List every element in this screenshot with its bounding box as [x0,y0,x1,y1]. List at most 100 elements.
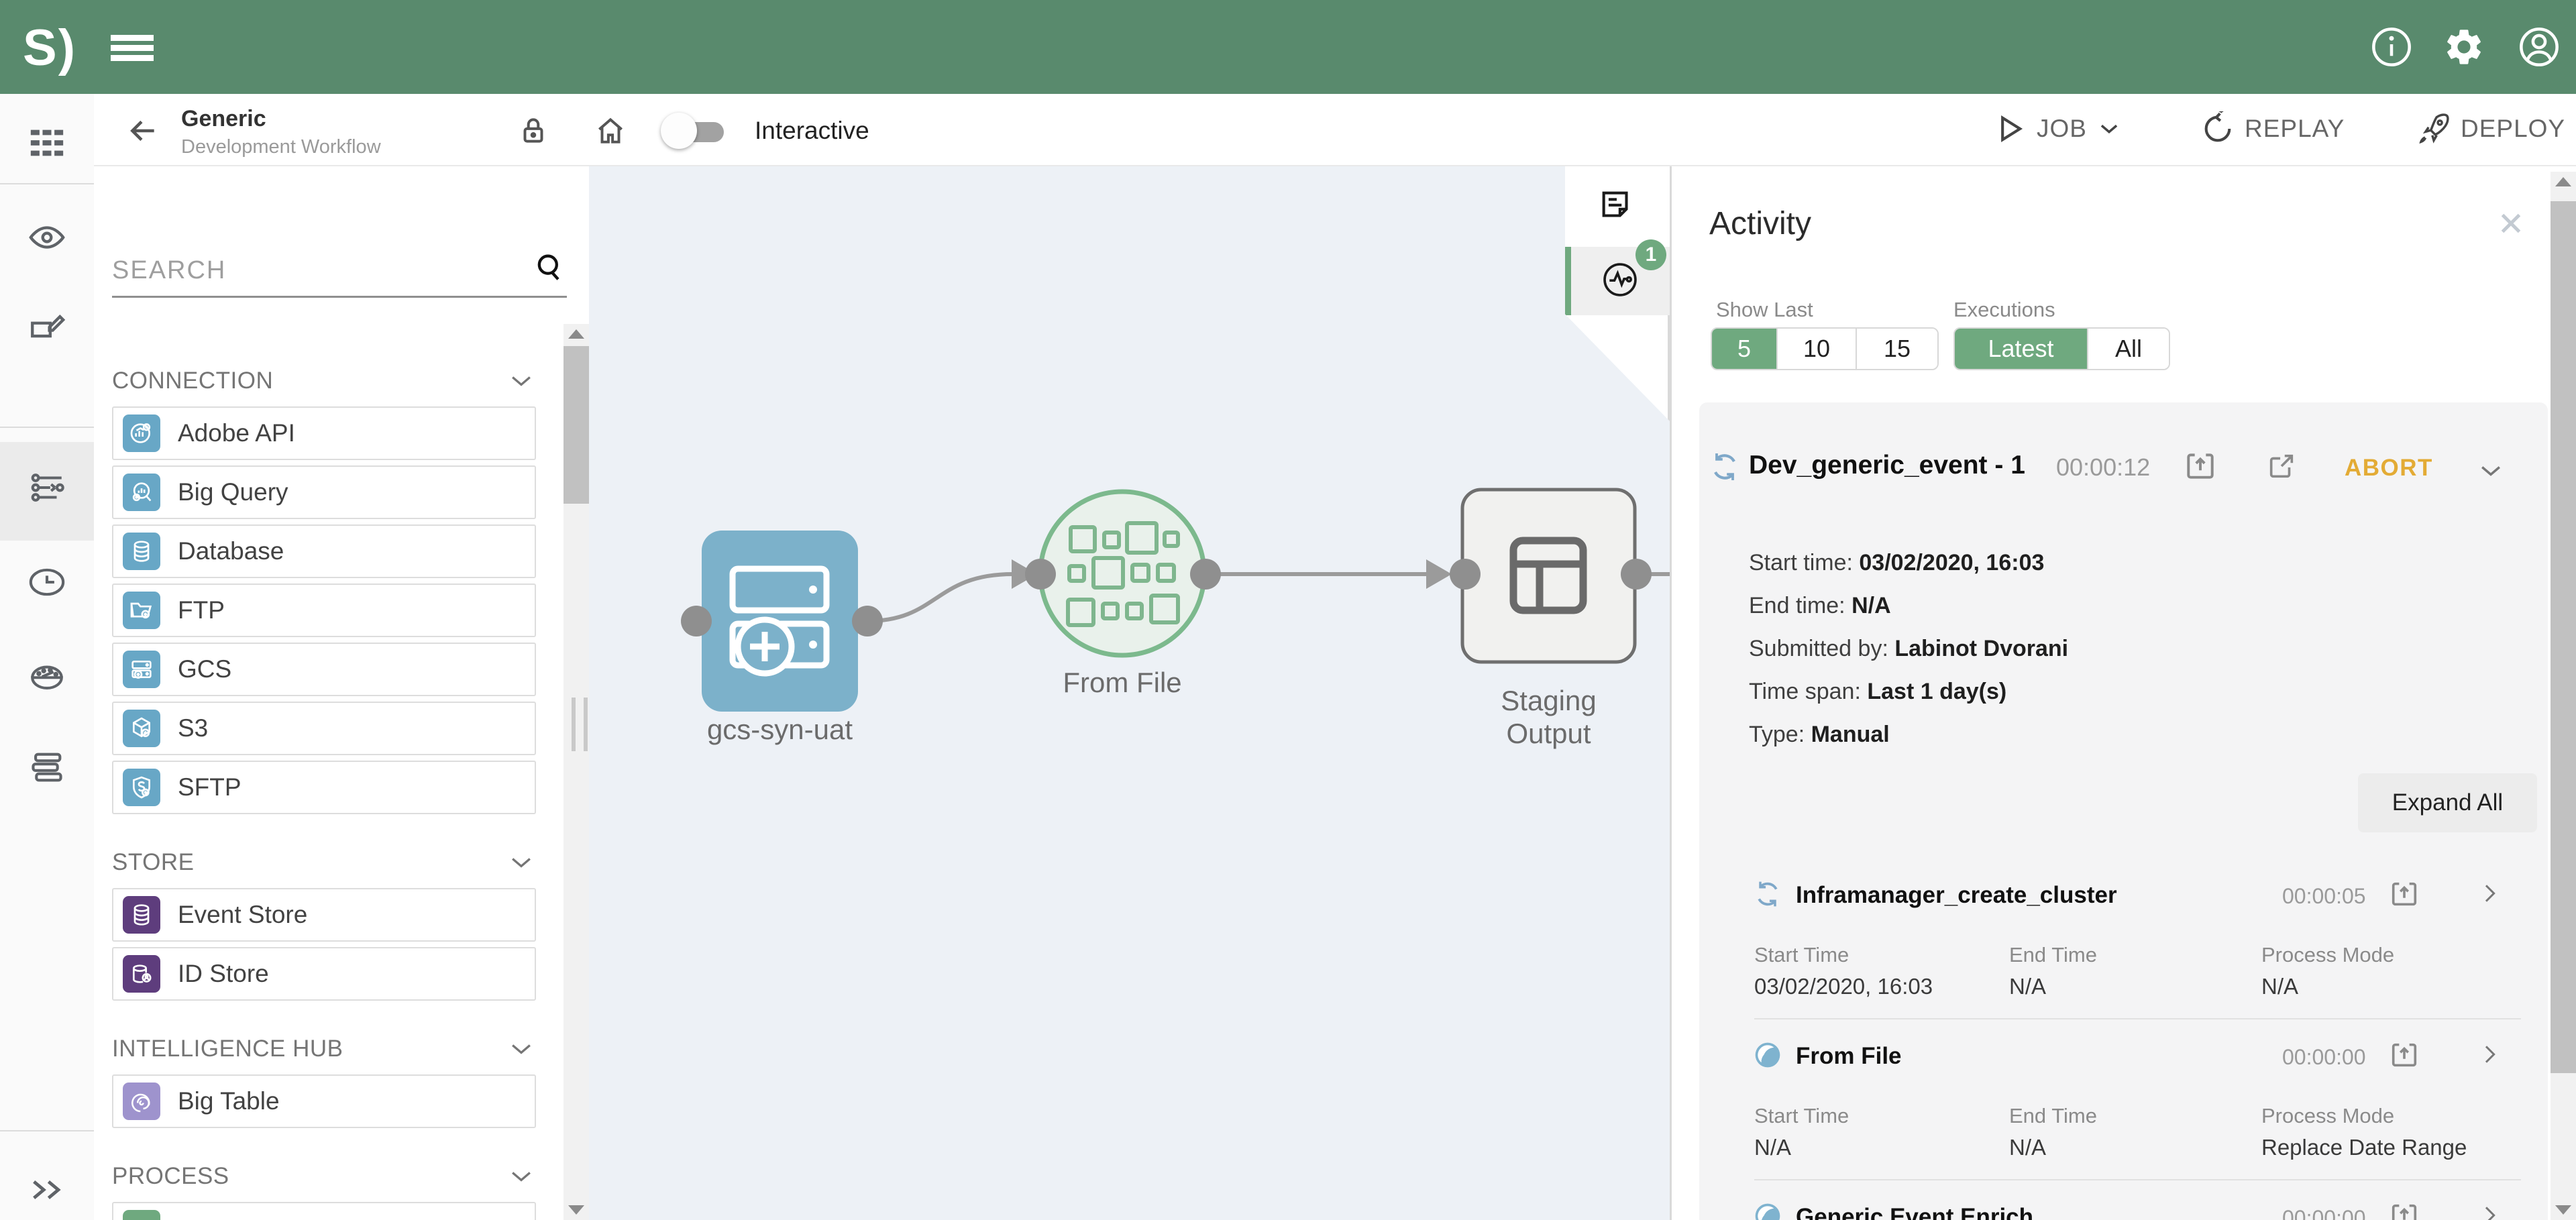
executions-latest[interactable]: Latest [1955,329,2087,369]
port-fromfile-out[interactable] [1190,559,1221,590]
s3-cube-icon [123,710,160,747]
section-label: PROCESS [112,1163,229,1190]
expand-rail-icon[interactable] [28,1170,66,1209]
port-staging-in[interactable] [1450,559,1481,590]
open-in-window-icon[interactable] [2184,449,2217,483]
scroll-down-arrow[interactable] [2555,1205,2571,1215]
port-fromfile-in[interactable] [1025,559,1056,590]
activity-scrollbar[interactable] [2551,172,2576,1220]
home-icon[interactable] [594,114,627,148]
workflow-app: S) [0,0,2576,1220]
palette-item-gcs[interactable]: GCS [112,643,536,696]
chevron-right-icon[interactable] [2476,1041,2503,1068]
col-end-label: End Time [2009,943,2097,967]
activity-badge: 1 [1635,239,1666,270]
sync-status-icon [1709,451,1741,483]
history-clock-icon[interactable] [28,563,66,602]
show-last-5[interactable]: 5 [1712,329,1776,369]
search-input[interactable] [112,256,532,285]
section-store[interactable]: STORE [112,848,536,877]
col-mode-label: Process Mode [2261,943,2394,967]
settings-gear-icon[interactable] [2443,25,2485,68]
show-last-10[interactable]: 10 [1776,329,1856,369]
collapse-chevron-icon[interactable] [2476,456,2506,486]
open-in-window-icon[interactable] [2389,879,2420,909]
show-last-15[interactable]: 15 [1856,329,1937,369]
palette-item-sftp[interactable]: SFTP [112,761,536,814]
task-name[interactable]: Generic Event Enrich [1796,1204,2033,1220]
section-process[interactable]: PROCESS [112,1162,536,1191]
account-icon[interactable] [2518,25,2561,68]
port-gcs-in[interactable] [681,606,712,636]
scrollbar-thumb[interactable] [564,346,589,504]
job-button[interactable]: JOB [1992,111,2122,146]
chevron-down-icon [2096,116,2122,142]
palette-item-id-store[interactable]: ID Store [112,947,536,1001]
task-name[interactable]: From File [1796,1043,1902,1070]
palette-item-big-query[interactable]: Big Query [112,465,536,519]
node-gcs-syn-uat[interactable] [702,531,858,712]
close-icon[interactable] [2494,207,2528,240]
execution-name[interactable]: Dev_generic_event - 1 [1749,451,2025,480]
palette-item-label: FTP [178,596,225,624]
datasets-stack-icon[interactable] [28,748,66,787]
workflow-canvas[interactable]: gcs-syn-uat From File Staging Output [589,166,1670,1220]
tab-notes[interactable] [1565,166,1670,247]
event-store-icon [123,896,160,934]
apps-grid-icon[interactable] [28,123,66,162]
chevron-right-icon[interactable] [2476,1202,2503,1220]
expand-all-button[interactable]: Expand All [2358,773,2537,832]
col-start-label: Start Time [1754,1104,1849,1128]
task-process-mode: N/A [2261,974,2298,999]
palette-item-database[interactable]: Database [112,524,536,578]
node-from-file[interactable] [1040,492,1204,655]
palette-item-s3[interactable]: S3 [112,702,536,755]
replay-button[interactable]: REPLAY [2200,111,2345,146]
task-start-time: N/A [1754,1135,1791,1160]
palette-scrollbar[interactable] [564,324,589,1220]
open-in-window-icon[interactable] [2389,1040,2420,1070]
info-icon[interactable] [2370,25,2413,68]
monitor-gauge-icon[interactable] [28,653,66,692]
open-in-window-icon[interactable] [2389,1201,2420,1220]
menu-icon[interactable] [111,35,154,60]
pending-status-icon [1753,1040,1782,1070]
palette-item-ftp[interactable]: FTP [112,584,536,637]
lock-icon[interactable] [517,114,550,148]
abort-button[interactable]: ABORT [2345,455,2433,482]
palette-item-partial[interactable] [112,1202,536,1220]
scroll-up-arrow[interactable] [568,329,584,339]
deploy-label: DEPLOY [2461,115,2565,143]
interactive-toggle[interactable] [661,118,728,145]
palette-item-big-table[interactable]: Big Table [112,1074,536,1128]
scroll-down-arrow[interactable] [568,1205,584,1215]
edit-rename-icon[interactable] [28,309,66,347]
task-name[interactable]: Inframanager_create_cluster [1796,882,2117,909]
preview-eye-icon[interactable] [28,218,66,257]
deploy-button[interactable]: DEPLOY [2416,111,2565,146]
panel-resize-grip[interactable] [572,698,588,751]
scroll-up-arrow[interactable] [2555,177,2571,186]
search-icon[interactable] [532,250,567,285]
pipelines-icon[interactable] [28,468,66,507]
open-in-new-icon[interactable] [2266,451,2297,482]
app-logo[interactable]: S) [23,19,76,77]
rail-divider [0,427,94,428]
section-connection[interactable]: CONNECTION [112,366,536,396]
node-staging-output[interactable] [1462,490,1635,662]
palette-item-event-store[interactable]: Event Store [112,888,536,942]
col-start-label: Start Time [1754,943,1849,967]
chevron-right-icon[interactable] [2476,880,2503,907]
detail-type: Type: Manual [1749,722,1890,748]
col-end-label: End Time [2009,1104,2097,1128]
executions-all[interactable]: All [2087,329,2169,369]
port-gcs-out[interactable] [852,606,883,636]
palette-item-label: GCS [178,655,231,683]
back-arrow-icon[interactable] [126,114,160,148]
palette-item-adobe-api[interactable]: Adobe API [112,406,536,460]
section-intelligence-hub[interactable]: INTELLIGENCE HUB [112,1034,536,1064]
job-label: JOB [2037,115,2087,143]
port-staging-out[interactable] [1621,559,1652,590]
page-subtitle: Development Workflow [181,136,381,158]
scrollbar-thumb[interactable] [2551,201,2576,1073]
